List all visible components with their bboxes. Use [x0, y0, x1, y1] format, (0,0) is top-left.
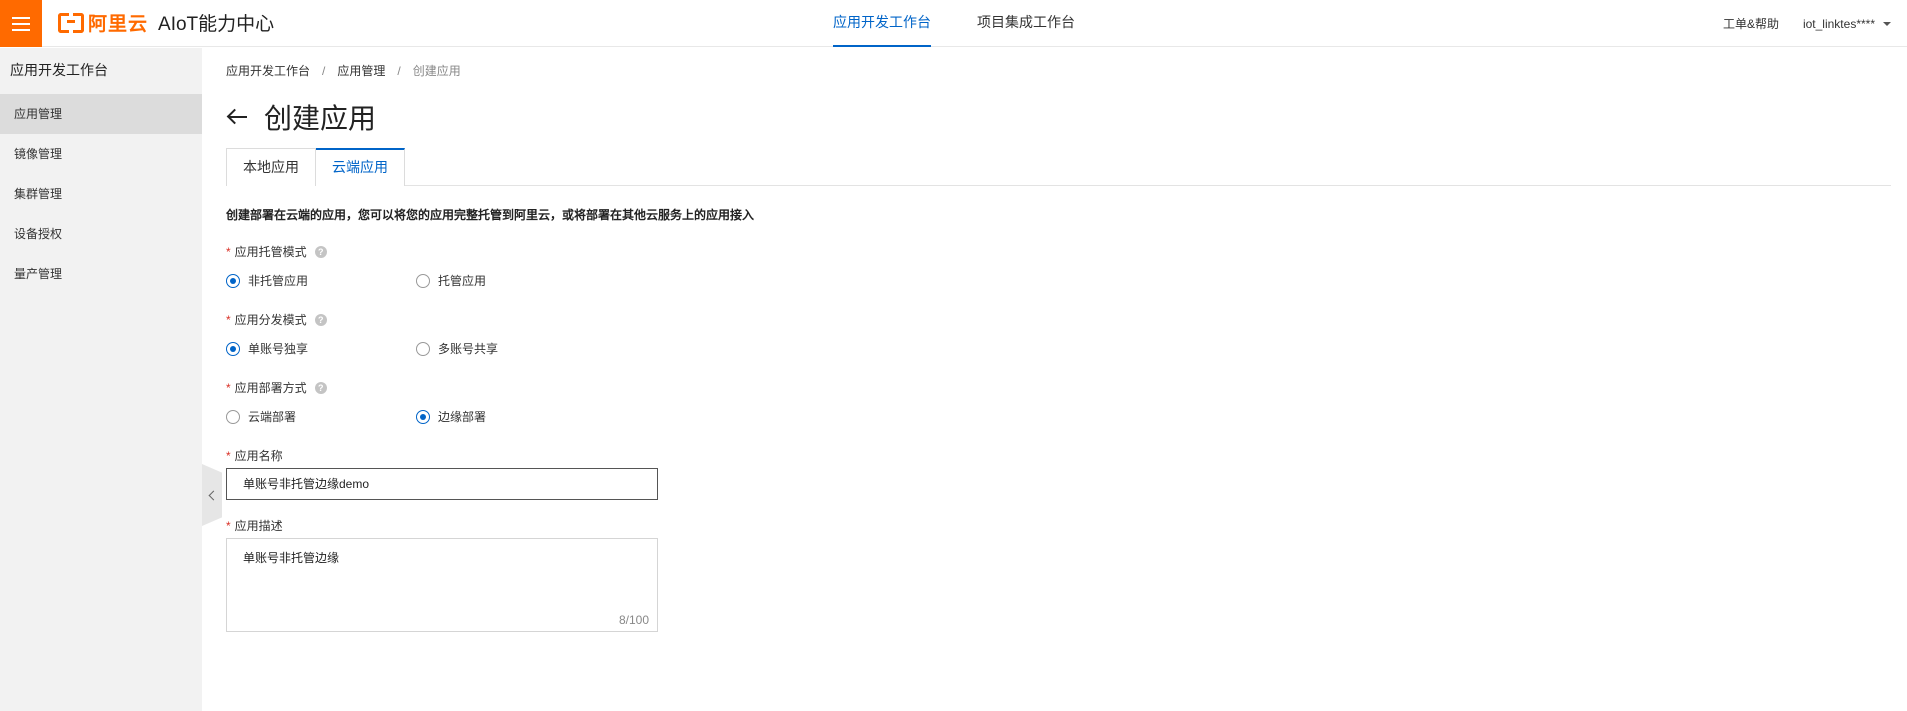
help-icon[interactable]: ? — [314, 381, 327, 394]
radio-label: 边缘部署 — [438, 410, 487, 424]
hosting-mode-label-text: 应用托管模式 — [234, 245, 307, 259]
sidebar-item-cluster-management[interactable]: 集群管理 — [0, 174, 202, 214]
required-mark: * — [226, 244, 231, 259]
deploy-method-label: * 应用部署方式 ? — [226, 379, 1891, 396]
back-arrow-icon[interactable] — [226, 107, 250, 127]
sidebar: 应用开发工作台 应用管理 镜像管理 集群管理 设备授权 量产管理 — [0, 48, 202, 711]
required-mark: * — [226, 380, 231, 395]
radio-single-account[interactable]: 单账号独享 — [226, 340, 416, 357]
aliyun-logo-icon: 阿里云 — [58, 9, 148, 36]
logo[interactable]: 阿里云 AIoT能力中心 — [58, 9, 275, 36]
radio-multi-account[interactable]: 多账号共享 — [416, 340, 606, 357]
sidebar-item-app-management[interactable]: 应用管理 — [0, 94, 202, 134]
sidebar-item-mass-production[interactable]: 量产管理 — [0, 254, 202, 294]
help-icon[interactable]: ? — [314, 313, 327, 326]
breadcrumb-app-dev[interactable]: 应用开发工作台 — [226, 62, 310, 79]
intro-text: 创建部署在云端的应用，您可以将您的应用完整托管到阿里云，或将部署在其他云服务上的… — [226, 208, 755, 222]
app-desc-textarea[interactable]: 单账号非托管边缘 8/100 — [226, 538, 658, 632]
app-desc-label: * 应用描述 — [226, 517, 1891, 534]
radio-hosted[interactable]: 托管应用 — [416, 272, 606, 289]
brand-name: 阿里云 — [88, 13, 149, 35]
product-name: AIoT能力中心 — [158, 13, 275, 35]
caret-down-icon — [1883, 21, 1891, 26]
app-desc-label-text: 应用描述 — [234, 519, 283, 533]
required-mark: * — [226, 518, 231, 533]
tab-bar: 本地应用 云端应用 — [226, 148, 1891, 187]
app-name-input[interactable]: 单账号非托管边缘demo — [226, 468, 658, 500]
distribution-mode-label-text: 应用分发模式 — [234, 313, 307, 327]
tab-cloud-app[interactable]: 云端应用 — [316, 148, 405, 187]
breadcrumb-separator: / — [397, 63, 401, 78]
page-title: 创建应用 — [264, 103, 377, 134]
app-desc-value: 单账号非托管边缘 — [243, 551, 340, 565]
radio-label: 云端部署 — [248, 410, 297, 424]
main-content: 应用开发工作台 / 应用管理 / 创建应用 创建应用 本地应用 云端应用 创建部… — [226, 48, 1891, 632]
radio-edge-deploy[interactable]: 边缘部署 — [416, 408, 606, 425]
top-right: 工单&帮助 iot_linktes**** — [1723, 0, 1891, 47]
radio-checked-icon — [226, 341, 240, 356]
hosting-mode-label: * 应用托管模式 ? — [226, 243, 1891, 260]
help-icon[interactable]: ? — [314, 245, 327, 258]
distribution-mode-label: * 应用分发模式 ? — [226, 311, 1891, 328]
radio-unchecked-icon — [416, 273, 430, 288]
radio-label: 多账号共享 — [438, 342, 499, 356]
topnav-app-dev[interactable]: 应用开发工作台 — [833, 0, 931, 47]
breadcrumb-current: 创建应用 — [412, 64, 461, 78]
radio-label: 非托管应用 — [248, 274, 309, 288]
deploy-method-label-text: 应用部署方式 — [234, 381, 307, 395]
page-header: 创建应用 — [226, 99, 1891, 135]
chevron-left-icon — [208, 490, 219, 500]
hosting-mode-radio-group: 非托管应用 托管应用 — [226, 272, 1891, 289]
sidebar-item-device-authorization[interactable]: 设备授权 — [0, 214, 202, 254]
sidebar-item-image-management[interactable]: 镜像管理 — [0, 134, 202, 174]
sidebar-collapse-button[interactable] — [202, 464, 222, 526]
breadcrumb-separator: / — [322, 63, 326, 78]
user-name: iot_linktes**** — [1802, 16, 1875, 31]
app-name-label: * 应用名称 — [226, 447, 1891, 464]
radio-unchecked-icon — [416, 341, 430, 356]
required-mark: * — [226, 312, 231, 327]
deploy-method-radio-group: 云端部署 边缘部署 — [226, 408, 1891, 425]
radio-checked-icon — [416, 409, 430, 424]
radio-non-hosted[interactable]: 非托管应用 — [226, 272, 416, 289]
radio-label: 托管应用 — [438, 274, 487, 288]
breadcrumb-app-management[interactable]: 应用管理 — [337, 62, 385, 79]
top-bar: 阿里云 AIoT能力中心 应用开发工作台 项目集成工作台 工单&帮助 iot_l… — [0, 0, 1907, 47]
help-link[interactable]: 工单&帮助 — [1723, 15, 1779, 32]
tab-local-app[interactable]: 本地应用 — [226, 148, 316, 186]
radio-cloud-deploy[interactable]: 云端部署 — [226, 408, 416, 425]
sidebar-title: 应用开发工作台 — [10, 62, 108, 78]
topnav-project-integration[interactable]: 项目集成工作台 — [977, 0, 1075, 47]
radio-checked-icon — [226, 273, 240, 288]
distribution-mode-radio-group: 单账号独享 多账号共享 — [226, 340, 1891, 357]
char-counter: 8/100 — [618, 613, 649, 627]
required-mark: * — [226, 448, 231, 463]
user-menu[interactable]: iot_linktes**** — [1803, 17, 1891, 31]
hamburger-menu-icon[interactable] — [0, 0, 42, 47]
breadcrumb: 应用开发工作台 / 应用管理 / 创建应用 — [226, 62, 1891, 79]
app-name-label-text: 应用名称 — [234, 449, 283, 463]
top-nav: 应用开发工作台 项目集成工作台 — [833, 0, 1075, 47]
radio-unchecked-icon — [226, 409, 240, 424]
radio-label: 单账号独享 — [248, 342, 309, 356]
